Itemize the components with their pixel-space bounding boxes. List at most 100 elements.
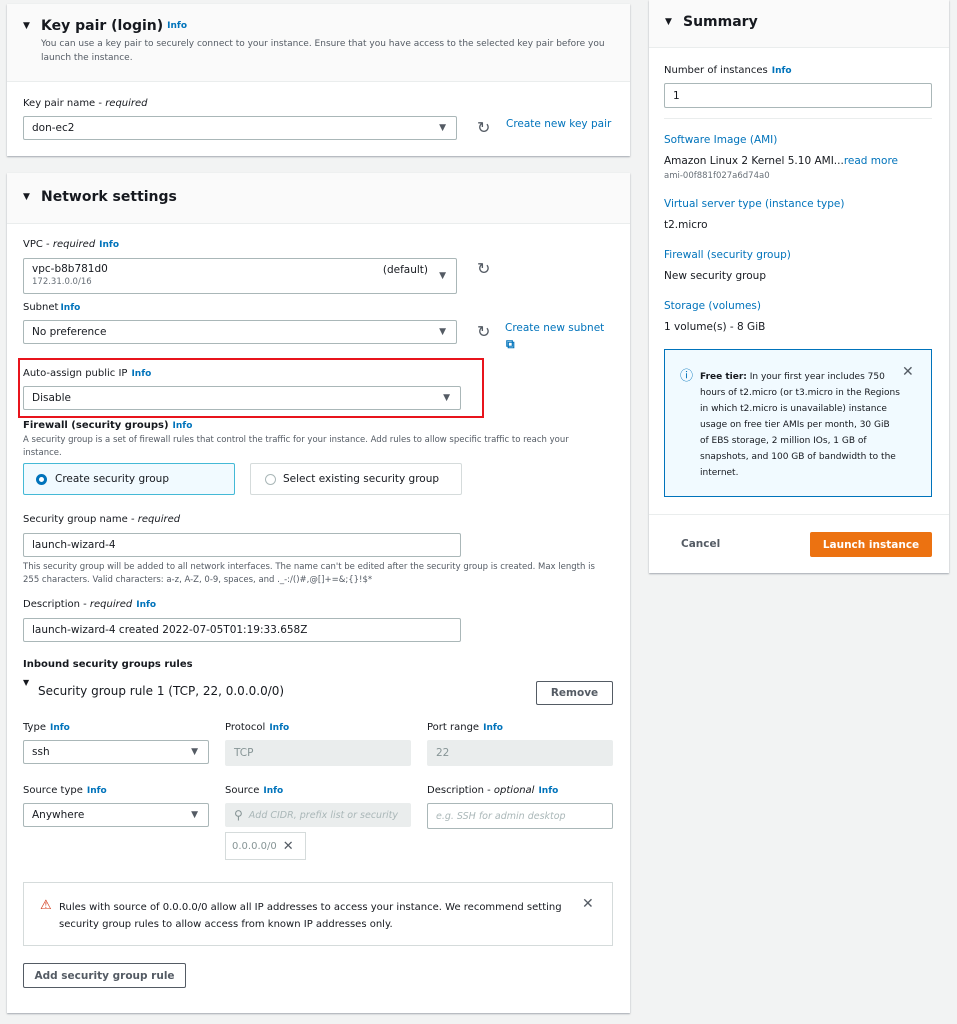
rule-description-input[interactable]: e.g. SSH for admin desktop <box>427 803 613 829</box>
required-text: required <box>52 239 96 250</box>
label-text: Auto-assign public IP <box>23 368 128 379</box>
info-link[interactable]: Info <box>87 786 107 796</box>
refresh-icon[interactable]: ↻ <box>477 118 490 137</box>
launch-instance-button[interactable]: Launch instance <box>810 532 932 557</box>
required-text: required <box>105 98 148 109</box>
dropdown-arrow-icon: ▼ <box>191 810 198 820</box>
source-type-select[interactable]: Anywhere ▼ <box>23 803 209 827</box>
label-text: Firewall (security groups) <box>23 420 169 431</box>
type-value: ssh <box>32 746 50 758</box>
external-link-icon[interactable]: ⧉ <box>506 337 515 352</box>
info-link[interactable]: Info <box>136 600 156 610</box>
add-security-group-rule-button[interactable]: Add security group rule <box>23 963 186 988</box>
label-text: Port range <box>427 722 480 733</box>
free-tier-alert: ⓘ Free tier: In your first year includes… <box>664 349 932 497</box>
rule-description-label: Description - optional Info <box>427 785 558 796</box>
firewall-link[interactable]: Firewall (security group) <box>664 249 791 261</box>
rule-description-placeholder: e.g. SSH for admin desktop <box>436 810 566 822</box>
close-icon[interactable]: ✕ <box>283 839 294 854</box>
source-label: Source Info <box>225 785 283 796</box>
info-link[interactable]: Info <box>99 240 119 250</box>
create-key-pair-link[interactable]: Create new key pair <box>506 118 611 130</box>
info-link[interactable]: Info <box>60 303 80 313</box>
key-pair-header: ▼ Key pair (login) Info You can use a ke… <box>7 4 630 82</box>
close-icon[interactable]: ✕ <box>582 896 594 912</box>
search-icon: ⚲ <box>234 808 243 822</box>
info-link[interactable]: Info <box>173 421 193 431</box>
type-select[interactable]: ssh ▼ <box>23 740 209 764</box>
dropdown-arrow-icon: ▼ <box>439 271 446 281</box>
vpc-cidr: 172.31.0.0/16 <box>32 277 92 287</box>
description-value: launch-wizard-4 created 2022-07-05T01:19… <box>32 624 308 636</box>
protocol-value: TCP <box>234 747 254 759</box>
key-pair-description: You can use a key pair to securely conne… <box>41 39 605 63</box>
vpc-label: VPC - required Info <box>23 239 119 250</box>
close-icon[interactable]: ✕ <box>902 364 914 380</box>
network-header: ▼ Network settings <box>7 173 630 224</box>
info-link[interactable]: Info <box>772 66 792 76</box>
instances-label: Number of instances Info <box>664 65 792 76</box>
caret-down-icon[interactable]: ▼ <box>23 21 33 31</box>
key-pair-value: don-ec2 <box>32 122 75 134</box>
radio-create-security-group[interactable]: Create security group <box>23 463 235 495</box>
info-link[interactable]: Info <box>269 723 289 733</box>
key-pair-select[interactable]: don-ec2 ▼ <box>23 116 457 140</box>
remove-button[interactable]: Remove <box>536 681 613 705</box>
vpc-select[interactable]: vpc-b8b781d0 172.31.0.0/16 (default) ▼ <box>23 258 457 294</box>
dropdown-arrow-icon: ▼ <box>443 393 450 403</box>
source-token: 0.0.0.0/0 ✕ <box>225 832 306 860</box>
label-text: Key pair name - <box>23 98 106 109</box>
protocol-input: TCP <box>225 740 411 766</box>
refresh-icon[interactable]: ↻ <box>477 259 490 278</box>
source-type-value: Anywhere <box>32 809 85 821</box>
subnet-select[interactable]: No preference ▼ <box>23 320 457 344</box>
sg-name-input[interactable]: launch-wizard-4 <box>23 533 461 557</box>
caret-down-icon[interactable]: ▼ <box>23 192 33 202</box>
info-link[interactable]: Info <box>167 21 187 31</box>
instances-value: 1 <box>673 89 680 102</box>
summary-panel: ▼ Summary Number of instances Info 1 Soft… <box>649 0 949 573</box>
summary-title: Summary <box>683 14 758 30</box>
info-link[interactable]: Info <box>483 723 503 733</box>
info-link[interactable]: Info <box>50 723 70 733</box>
storage-link[interactable]: Storage (volumes) <box>664 300 761 312</box>
instances-input[interactable]: 1 <box>664 83 932 108</box>
subnet-label: Subnet Info <box>23 302 80 313</box>
ami-id: ami-00f881f027a6d74a0 <box>664 171 770 181</box>
radio-label: Create security group <box>55 473 169 485</box>
info-link[interactable]: Info <box>538 786 558 796</box>
label-text: Type <box>23 722 46 733</box>
source-placeholder: Add CIDR, prefix list or security <box>248 809 398 821</box>
label-text: Protocol <box>225 722 266 733</box>
warning-alert: ⚠ Rules with source of 0.0.0.0/0 allow a… <box>23 882 613 946</box>
source-search-input[interactable]: ⚲ Add CIDR, prefix list or security <box>225 803 411 827</box>
sg-name-label: Security group name - required <box>23 514 180 525</box>
subnet-value: No preference <box>32 326 107 338</box>
type-label: Type Info <box>23 722 70 733</box>
cancel-button[interactable]: Cancel <box>681 538 720 550</box>
radio-select-existing-security-group[interactable]: Select existing security group <box>250 463 462 495</box>
network-settings-panel: ▼ Network settings VPC - required Info vp… <box>7 173 630 1013</box>
caret-down-icon[interactable]: ▼ <box>665 17 675 27</box>
info-link[interactable]: Info <box>263 786 283 796</box>
network-title: Network settings <box>41 189 177 205</box>
info-link[interactable]: Info <box>131 369 151 379</box>
optional-text: optional <box>493 785 535 796</box>
auto-assign-ip-select[interactable]: Disable ▼ <box>23 386 461 410</box>
ami-link[interactable]: Software Image (AMI) <box>664 134 777 146</box>
port-range-value: 22 <box>436 747 450 759</box>
ami-text: Amazon Linux 2 Kernel 5.10 AMI... <box>664 155 844 167</box>
key-pair-panel: ▼ Key pair (login) Info You can use a ke… <box>7 4 630 156</box>
required-text: required <box>137 514 181 525</box>
description-input[interactable]: launch-wizard-4 created 2022-07-05T01:19… <box>23 618 461 642</box>
create-subnet-link[interactable]: Create new subnet <box>505 322 604 334</box>
caret-down-icon[interactable]: ▼ <box>23 678 29 687</box>
refresh-icon[interactable]: ↻ <box>477 322 490 341</box>
rule-title: Security group rule 1 (TCP, 22, 0.0.0.0/… <box>38 684 285 698</box>
divider <box>664 118 932 119</box>
read-more-link[interactable]: read more <box>844 155 898 167</box>
instance-type-link[interactable]: Virtual server type (instance type) <box>664 198 844 210</box>
summary-header: ▼ Summary <box>649 0 949 48</box>
label-text: Description - <box>23 599 90 610</box>
free-tier-bold: Free tier: <box>700 372 747 382</box>
